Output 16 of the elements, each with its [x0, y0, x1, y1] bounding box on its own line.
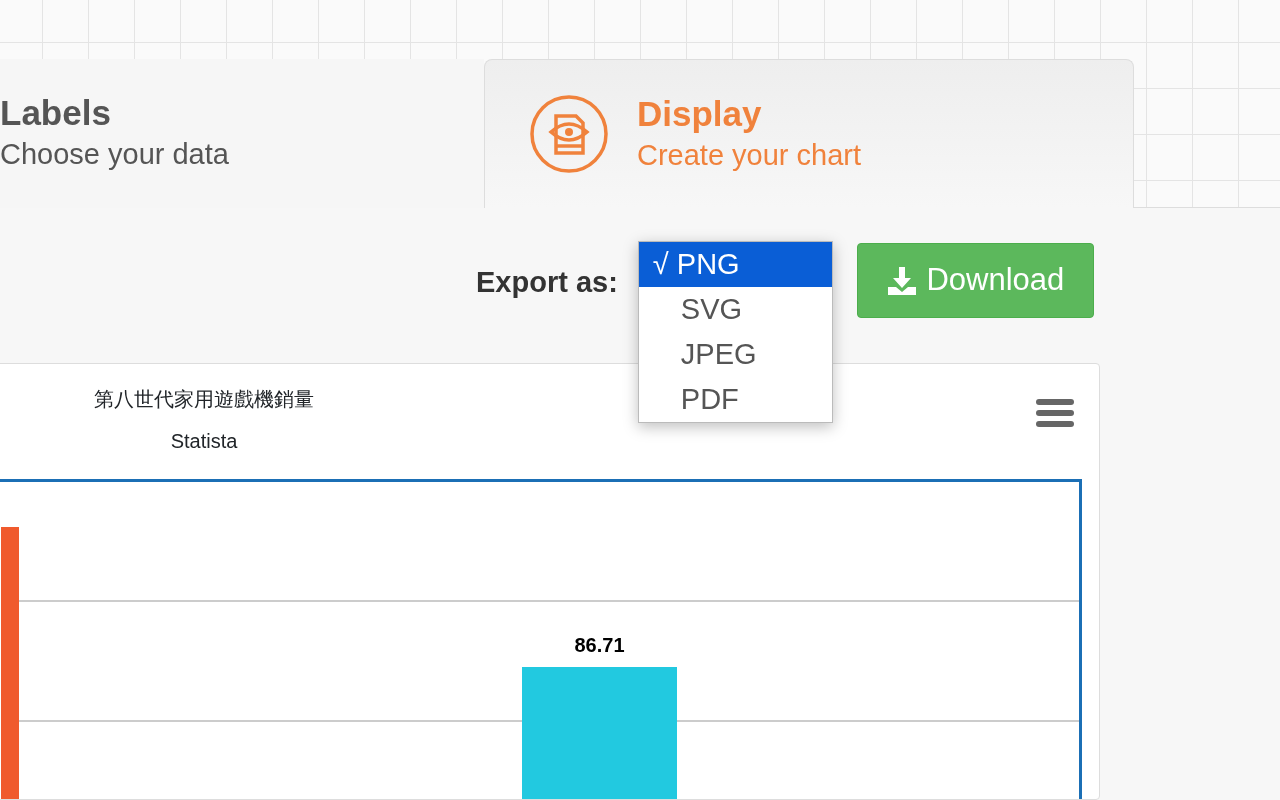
document-eye-icon [529, 94, 609, 174]
tab-subtitle: Create your chart [637, 137, 862, 173]
format-option[interactable]: JPEG [638, 332, 832, 377]
format-option[interactable]: PDF [638, 377, 832, 422]
format-option[interactable]: √ PNG [638, 242, 832, 287]
tab[interactable]: Labels Choose your data [0, 59, 484, 208]
menu-icon[interactable] [1035, 397, 1075, 429]
tab-title: Labels [0, 92, 112, 135]
chart-title: 第八世代家用遊戲機銷量 [93, 387, 315, 412]
download-icon [886, 264, 919, 297]
tab-subtitle: Choose your data [0, 137, 229, 173]
chart-subtitle: Statista [169, 429, 239, 454]
export-label: Export as: [476, 265, 618, 300]
bar-value-label: 86.71 [574, 634, 625, 656]
format-option[interactable]: SVG [638, 287, 832, 332]
tab-title: Display [637, 92, 763, 135]
